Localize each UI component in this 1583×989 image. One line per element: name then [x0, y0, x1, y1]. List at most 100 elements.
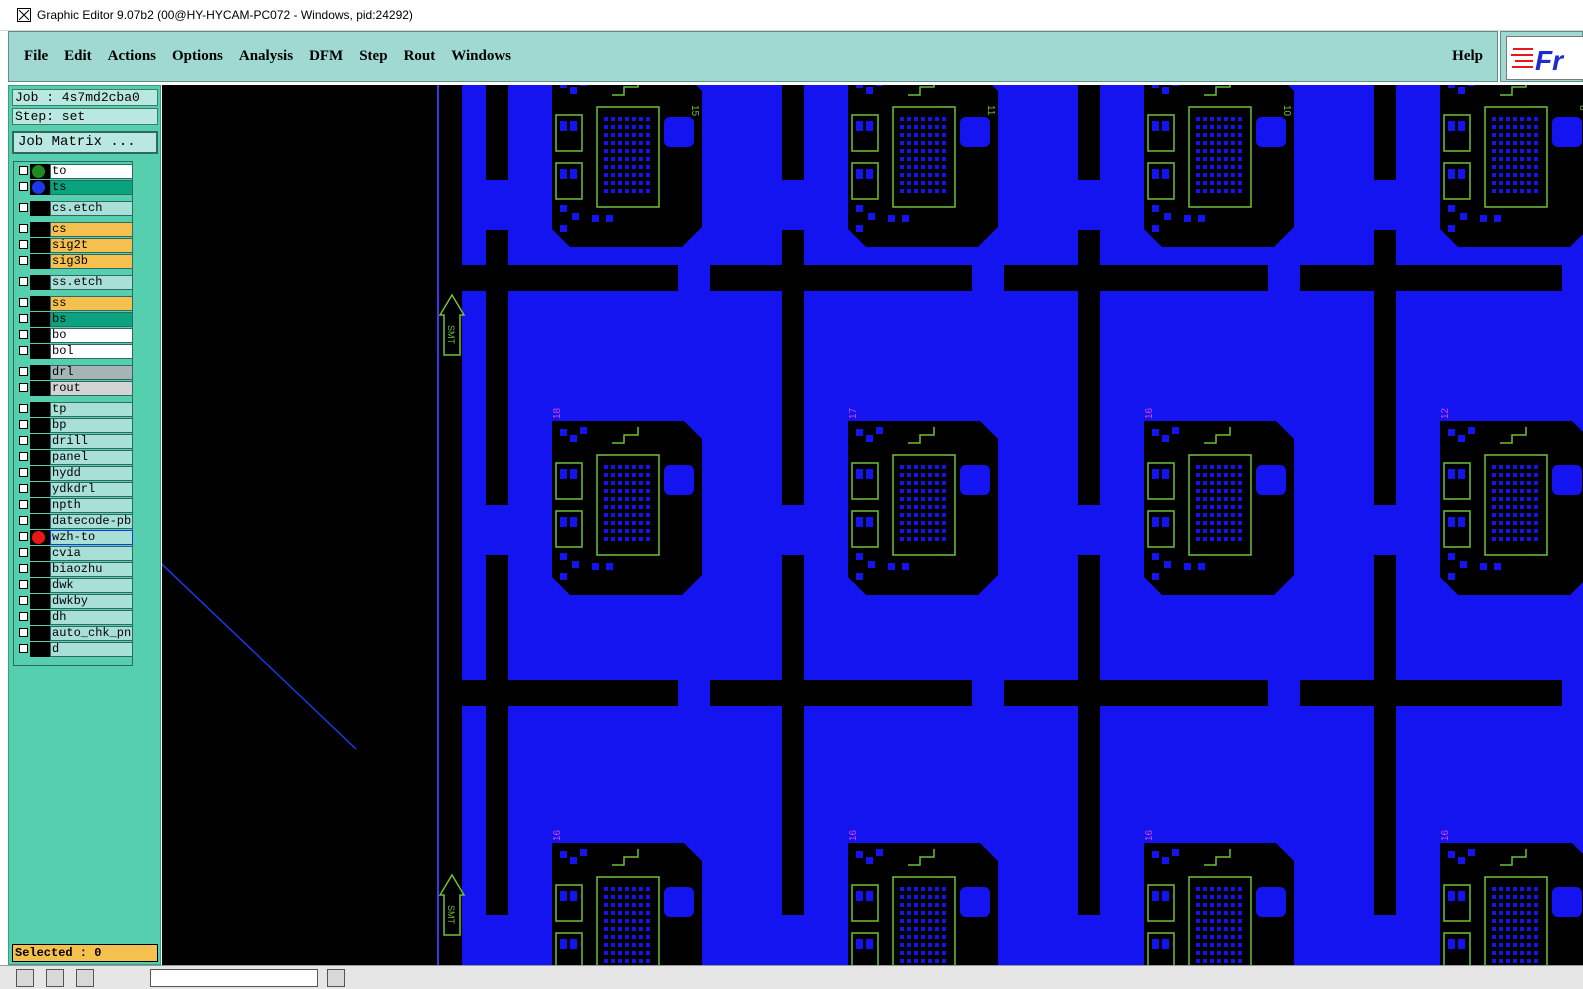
menu-edit[interactable]: Edit	[64, 48, 92, 65]
layer-row-bol[interactable]: bol	[16, 344, 133, 359]
layer-row-wzh-to[interactable]: wzh-to	[16, 530, 133, 545]
layer-row-biaozhu[interactable]: biaozhu	[16, 562, 133, 577]
layer-name[interactable]: bs	[50, 312, 133, 327]
layer-checkbox[interactable]	[19, 367, 28, 376]
layer-status-strip[interactable]	[30, 434, 50, 449]
layer-name[interactable]: sig2t	[50, 238, 133, 253]
layer-row-ydkdrl[interactable]: ydkdrl	[16, 482, 133, 497]
layer-checkbox[interactable]	[19, 277, 28, 286]
layer-row-rout[interactable]: rout	[16, 381, 133, 396]
layer-checkbox[interactable]	[19, 612, 28, 621]
layer-row-drl[interactable]: drl	[16, 365, 133, 380]
layer-name[interactable]: cvia	[50, 546, 133, 561]
layer-name[interactable]: ydkdrl	[50, 482, 133, 497]
layer-checkbox[interactable]	[19, 516, 28, 525]
layer-status-strip[interactable]	[30, 642, 50, 657]
layer-name[interactable]: bp	[50, 418, 133, 433]
layer-name[interactable]: bo	[50, 328, 133, 343]
menu-help[interactable]: Help	[1452, 48, 1483, 65]
layer-display-dot-icon[interactable]	[32, 165, 45, 178]
layer-status-strip[interactable]	[30, 514, 50, 529]
layer-name[interactable]: cs	[50, 222, 133, 237]
layer-status-strip[interactable]	[30, 610, 50, 625]
layer-status-strip[interactable]	[30, 418, 50, 433]
job-matrix-button[interactable]: Job Matrix ...	[12, 131, 158, 154]
menu-actions[interactable]: Actions	[108, 48, 156, 65]
layer-checkbox[interactable]	[19, 224, 28, 233]
graphic-canvas[interactable]: 15 11 10 8 18 17 16 12 16 16 16 16 SMT SMT	[162, 85, 1583, 965]
layer-status-strip[interactable]	[30, 238, 50, 253]
layer-status-strip[interactable]	[30, 402, 50, 417]
layer-checkbox[interactable]	[19, 532, 28, 541]
layer-checkbox[interactable]	[19, 468, 28, 477]
menu-rout[interactable]: Rout	[404, 48, 436, 65]
layer-row-drill[interactable]: drill	[16, 434, 133, 449]
snap-button[interactable]	[76, 969, 94, 987]
layer-name[interactable]: dwk	[50, 578, 133, 593]
layer-status-strip[interactable]	[30, 450, 50, 465]
layer-checkbox[interactable]	[19, 548, 28, 557]
command-field[interactable]	[150, 969, 318, 987]
layer-name[interactable]: drill	[50, 434, 133, 449]
layer-row-cs.etch[interactable]: cs.etch	[16, 201, 133, 216]
layer-status-strip[interactable]	[30, 626, 50, 641]
layer-display-dot-icon[interactable]	[32, 181, 45, 194]
layer-checkbox[interactable]	[19, 484, 28, 493]
layer-name[interactable]: wzh-to	[50, 530, 133, 545]
layer-checkbox[interactable]	[19, 580, 28, 589]
menu-options[interactable]: Options	[172, 48, 223, 65]
layer-row-hydd[interactable]: hydd	[16, 466, 133, 481]
menu-analysis[interactable]: Analysis	[239, 48, 293, 65]
layer-status-strip[interactable]	[30, 578, 50, 593]
layer-row-panel[interactable]: panel	[16, 450, 133, 465]
pcb-panel-drawing[interactable]: 15 11 10 8 18 17 16 12 16 16 16 16 SMT SMT	[162, 85, 1583, 965]
layer-row-dh[interactable]: dh	[16, 610, 133, 625]
layer-name[interactable]: tp	[50, 402, 133, 417]
layer-status-strip[interactable]	[30, 594, 50, 609]
layer-row-ss[interactable]: ss	[16, 296, 133, 311]
layer-row-ts[interactable]: ts	[16, 180, 133, 195]
layer-checkbox[interactable]	[19, 452, 28, 461]
layer-name[interactable]: sig3b	[50, 254, 133, 269]
layer-row-dwkby[interactable]: dwkby	[16, 594, 133, 609]
layer-row-ss.etch[interactable]: ss.etch	[16, 275, 133, 290]
layer-status-strip[interactable]	[30, 296, 50, 311]
layer-status-strip[interactable]	[30, 222, 50, 237]
zoom-button[interactable]	[16, 969, 34, 987]
layer-name[interactable]: biaozhu	[50, 562, 133, 577]
layer-checkbox[interactable]	[19, 628, 28, 637]
layer-status-strip[interactable]	[30, 201, 50, 216]
layer-name[interactable]: ss	[50, 296, 133, 311]
layer-checkbox[interactable]	[19, 436, 28, 445]
layer-row-cvia[interactable]: cvia	[16, 546, 133, 561]
layer-checkbox[interactable]	[19, 314, 28, 323]
menu-windows[interactable]: Windows	[451, 48, 511, 65]
layer-name[interactable]: hydd	[50, 466, 133, 481]
layer-checkbox[interactable]	[19, 182, 28, 191]
layer-name[interactable]: rout	[50, 381, 133, 396]
menu-dfm[interactable]: DFM	[309, 48, 343, 65]
layer-row-npth[interactable]: npth	[16, 498, 133, 513]
layer-checkbox[interactable]	[19, 330, 28, 339]
layer-status-strip[interactable]	[30, 562, 50, 577]
layer-row-tp[interactable]: tp	[16, 402, 133, 417]
layer-status-strip[interactable]	[30, 381, 50, 396]
layer-status-strip[interactable]	[30, 328, 50, 343]
menu-file[interactable]: File	[24, 48, 48, 65]
layer-row-datecode-pbc[interactable]: datecode-pbc	[16, 514, 133, 529]
layer-name[interactable]: panel	[50, 450, 133, 465]
layer-name[interactable]: bol	[50, 344, 133, 359]
layer-checkbox[interactable]	[19, 203, 28, 212]
layer-checkbox[interactable]	[19, 240, 28, 249]
layer-name[interactable]: ts	[50, 180, 133, 195]
layer-status-strip[interactable]	[30, 498, 50, 513]
layer-row-sig3b[interactable]: sig3b	[16, 254, 133, 269]
add-button[interactable]	[327, 969, 345, 987]
layer-name[interactable]: dwkby	[50, 594, 133, 609]
layer-status-strip[interactable]	[30, 466, 50, 481]
layer-status-strip[interactable]	[30, 275, 50, 290]
layer-row-bs[interactable]: bs	[16, 312, 133, 327]
layer-display-dot-icon[interactable]	[32, 531, 45, 544]
layer-checkbox[interactable]	[19, 383, 28, 392]
layer-status-strip[interactable]	[30, 312, 50, 327]
